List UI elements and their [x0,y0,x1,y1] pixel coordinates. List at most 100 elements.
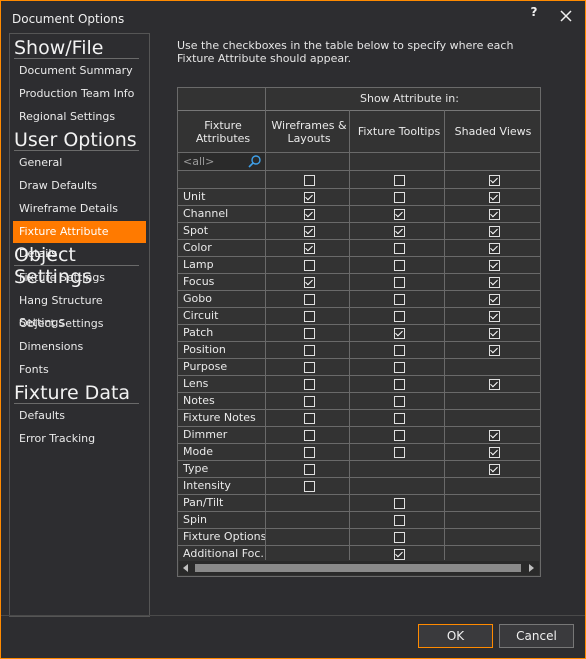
wireframes-checkbox[interactable] [304,311,315,322]
wireframes-checkbox[interactable] [304,481,315,492]
tooltips-checkbox[interactable] [394,294,405,305]
wireframes-checkbox[interactable] [304,362,315,373]
attribute-name: Gobo [183,292,212,305]
attribute-name: Fixture Notes [183,411,256,424]
shaded-checkbox[interactable] [489,345,500,356]
wireframes-checkbox[interactable] [304,464,315,475]
tooltips-checkbox[interactable] [394,498,405,509]
table-row: Channel [178,206,540,223]
sidebar-item-document-summary[interactable]: Document Summary [10,60,145,82]
shaded-checkbox[interactable] [489,430,500,441]
sidebar-item-defaults[interactable]: Defaults [10,405,145,427]
sidebar-item-regional-settings[interactable]: Regional Settings [10,106,145,128]
attribute-name: Fixture Options [183,530,265,543]
column-header-wireframes[interactable]: Wireframes & Layouts [267,119,351,145]
shaded-checkbox[interactable] [489,379,500,390]
attribute-filter-input[interactable]: <all> [180,153,266,170]
tooltips-checkbox[interactable] [394,311,405,322]
wireframes-checkbox[interactable] [304,243,315,254]
all-shaded-checkbox[interactable] [489,175,500,186]
shaded-checkbox[interactable] [489,328,500,339]
column-header-tooltips[interactable]: Fixture Tooltips [352,125,446,138]
wireframes-checkbox[interactable] [304,260,315,271]
wireframes-checkbox[interactable] [304,396,315,407]
sidebar-item-hang-structure-settings[interactable]: Hang Structure Settings [10,290,145,329]
table-row: Patch [178,325,540,342]
tooltips-checkbox[interactable] [394,243,405,254]
document-options-dialog: Document Options ? Show/File Document Sum… [0,0,586,659]
wireframes-checkbox[interactable] [304,430,315,441]
shaded-checkbox[interactable] [489,294,500,305]
tooltips-checkbox[interactable] [394,209,405,220]
shaded-checkbox[interactable] [489,277,500,288]
tooltips-checkbox[interactable] [394,379,405,390]
wireframes-checkbox[interactable] [304,447,315,458]
all-tooltips-checkbox[interactable] [394,175,405,186]
attribute-name: Type [183,462,209,475]
wireframes-checkbox[interactable] [304,277,315,288]
section-heading: Show/File [14,37,104,59]
wireframes-checkbox[interactable] [304,209,315,220]
tooltips-checkbox[interactable] [394,362,405,373]
sidebar-item-fonts[interactable]: Fonts [10,359,145,381]
sidebar: Show/File Document Summary Production Team… [9,33,150,617]
sidebar-item-fixture-settings[interactable]: Fixture Settings [10,267,145,289]
table-row: Mode [178,444,540,461]
shaded-checkbox[interactable] [489,464,500,475]
ok-button[interactable]: OK [418,624,493,648]
scrollbar-thumb[interactable] [195,564,521,572]
sidebar-item-draw-defaults[interactable]: Draw Defaults [10,175,145,197]
tooltips-checkbox[interactable] [394,345,405,356]
sidebar-item-error-tracking[interactable]: Error Tracking [10,428,145,450]
close-icon[interactable] [555,5,577,27]
shaded-checkbox[interactable] [489,260,500,271]
wireframes-checkbox[interactable] [304,294,315,305]
tooltips-checkbox[interactable] [394,413,405,424]
help-icon[interactable]: ? [528,5,540,19]
all-wireframes-checkbox[interactable] [304,175,315,186]
shaded-checkbox[interactable] [489,311,500,322]
wireframes-checkbox[interactable] [304,226,315,237]
scroll-left-icon[interactable] [183,564,188,572]
tooltips-checkbox[interactable] [394,549,405,560]
sidebar-item-dimensions[interactable]: Dimensions [10,336,145,358]
column-header-attributes[interactable]: Fixture Attributes [180,119,266,145]
cancel-button[interactable]: Cancel [499,624,574,648]
wireframes-checkbox[interactable] [304,192,315,203]
table-row: Unit [178,189,540,206]
tooltips-checkbox[interactable] [394,226,405,237]
tooltips-checkbox[interactable] [394,532,405,543]
sidebar-item-object-settings[interactable]: Object Settings [10,313,145,335]
grid-line [178,170,540,171]
sidebar-item-general[interactable]: General [10,152,145,174]
tooltips-checkbox[interactable] [394,328,405,339]
instructions-text: Use the checkboxes in the table below to… [177,39,514,65]
shaded-checkbox[interactable] [489,226,500,237]
shaded-checkbox[interactable] [489,243,500,254]
shaded-checkbox[interactable] [489,447,500,458]
wireframes-checkbox[interactable] [304,328,315,339]
tooltips-checkbox[interactable] [394,447,405,458]
column-header-shaded[interactable]: Shaded Views [447,125,539,138]
attribute-name: Spot [183,224,209,237]
tooltips-checkbox[interactable] [394,260,405,271]
table-row: Fixture Options [178,529,540,546]
tooltips-checkbox[interactable] [394,277,405,288]
wireframes-checkbox[interactable] [304,379,315,390]
search-icon[interactable] [248,154,262,168]
wireframes-checkbox[interactable] [304,345,315,356]
tooltips-checkbox[interactable] [394,396,405,407]
shaded-checkbox[interactable] [489,209,500,220]
select-all-row [178,172,540,189]
sidebar-item-fixture-attribute-details[interactable]: Fixture Attribute Details [13,221,146,260]
wireframes-checkbox[interactable] [304,413,315,424]
horizontal-scrollbar[interactable] [179,561,539,575]
scroll-right-icon[interactable] [529,564,534,572]
shaded-checkbox[interactable] [489,192,500,203]
sidebar-item-production-team-info[interactable]: Production Team Info [10,83,145,105]
tooltips-checkbox[interactable] [394,192,405,203]
tooltips-checkbox[interactable] [394,515,405,526]
table-row: Position [178,342,540,359]
sidebar-item-wireframe-details[interactable]: Wireframe Details [10,198,145,220]
tooltips-checkbox[interactable] [394,430,405,441]
